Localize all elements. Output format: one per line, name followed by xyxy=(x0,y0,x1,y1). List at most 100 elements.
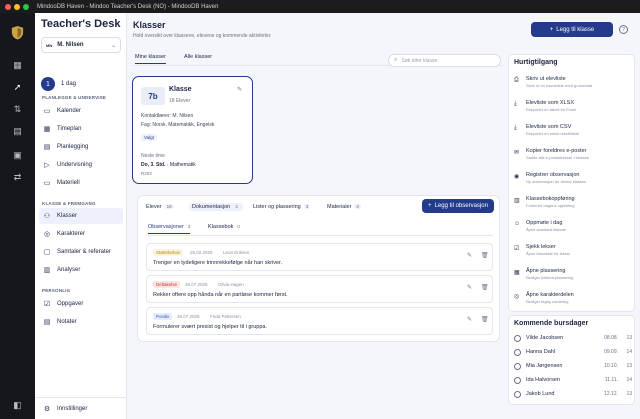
quick-action-open-seating[interactable]: ▦ Åpne plassering Rediger kollemt-plasse… xyxy=(514,267,632,287)
shield-logo-icon[interactable] xyxy=(10,25,25,40)
trash-icon[interactable]: 🗑 xyxy=(481,252,489,259)
birthday-item[interactable]: Hanna Dahl 09.09. 14 xyxy=(514,347,632,360)
observation-text: Trenger en tydeligere trinnrekkefølge nå… xyxy=(153,260,283,266)
sidebar-item-notater[interactable]: ▤ Notater xyxy=(39,314,123,330)
tab-mine-klasser[interactable]: Mine klasser xyxy=(135,54,166,64)
next-lesson: Do, 3. Std. · Mathematik xyxy=(141,162,196,168)
tab-observasjoner[interactable]: Observasjoner 3 xyxy=(148,224,191,234)
birthday-item[interactable]: Jakob Lund 12.12. 13 xyxy=(514,389,632,402)
calendar-icon: ▭ xyxy=(43,108,51,115)
close-window-button[interactable] xyxy=(5,3,11,10)
birthday-item[interactable]: Ida Halvorsen 11.11. 14 xyxy=(514,375,632,388)
subtab-count: 0 xyxy=(237,224,240,229)
search-input[interactable] xyxy=(401,57,492,64)
sidebar: Teacher's Desk MN M. Nilsen ⌄ 1 1 dag PL… xyxy=(35,13,127,419)
sidebar-item-analyser[interactable]: ▥ Analyser xyxy=(39,262,123,278)
birthday-name: Vilde Jacobsen xyxy=(526,335,564,341)
birthday-name: Jakob Lund xyxy=(526,391,555,397)
observation-tag: Støttebehov xyxy=(153,249,184,256)
quick-action-open-grades[interactable]: ◎ Åpne karakterdelen Rediger faglig vurd… xyxy=(514,291,632,311)
quick-access-panel: Hurtigtilgang ⎙ Skriv ut elevliste Skriv… xyxy=(508,54,635,312)
quick-action-subtitle: Ny observasjon for denne klassen xyxy=(526,179,587,184)
class-teacher: Kontaktlærer: M. Nilsen xyxy=(141,113,194,119)
sidebar-item-timeplan[interactable]: ▦ Timeplan xyxy=(39,121,123,137)
users-icon: ⚇ xyxy=(43,213,51,220)
quick-action-export-csv[interactable]: ⤓ Elevliste som CSV Eksporter en enkel t… xyxy=(514,123,632,143)
minimize-window-button[interactable] xyxy=(14,3,20,10)
user-selector[interactable]: MN M. Nilsen ⌄ xyxy=(41,37,121,53)
brand-suffix: Desk xyxy=(94,18,121,30)
sidebar-item-materiell[interactable]: ▭ Materiell xyxy=(39,175,123,191)
edit-icon[interactable]: ✎ xyxy=(467,252,472,259)
clipboard-icon[interactable]: ▤ xyxy=(11,125,24,138)
add-class-button[interactable]: + Legg til klasse xyxy=(531,22,613,37)
detail-tabs: Elever 18 Dokumentasjon 3 Lister og plasse… xyxy=(146,203,376,216)
quick-action-copy-emails[interactable]: ✉ Kopier foreldres e-poster Samle alle e… xyxy=(514,147,632,167)
birthday-item[interactable]: Vilde Jacobsen 08.08. 13 xyxy=(514,333,632,346)
quick-action-title: Åpne karakterdelen xyxy=(526,292,574,298)
quick-action-classbook[interactable]: ▥ Klassebokoppføring Forbered dagens opp… xyxy=(514,195,632,215)
edit-icon[interactable]: ✎ xyxy=(237,86,242,93)
cake-icon xyxy=(514,391,521,398)
download-icon: ⤓ xyxy=(514,101,517,107)
mail-icon: ✉ xyxy=(514,150,520,156)
tab-klassebok[interactable]: Klassebok 0 xyxy=(208,224,240,230)
observation-item[interactable]: Positiv 26.07.2026 Frida Pettersen Formu… xyxy=(146,307,493,335)
sidebar-item-oppgaver[interactable]: ☑ Oppgaver xyxy=(39,296,123,312)
birthday-name: Hanna Dahl xyxy=(526,349,556,355)
observation-item[interactable]: Deltakelse 26.07.2026 Olivia Hagen Rekke… xyxy=(146,275,493,303)
tab-materialer[interactable]: Materialer 0 xyxy=(327,204,361,210)
quick-action-subtitle: Forbered dagens oppføring xyxy=(526,203,575,208)
class-card[interactable]: 7b Klasse 18 Elever ✎ Kontaktlærer: M. N… xyxy=(132,76,253,184)
inbox-icon[interactable]: ▣ xyxy=(11,149,24,162)
add-observation-button[interactable]: + Legg til observasjon xyxy=(422,199,494,213)
sidebar-item-planlegging[interactable]: ▤ Planlegging xyxy=(39,139,123,155)
sidebar-item-label: Analyser xyxy=(57,267,81,273)
quick-action-attendance[interactable]: ☺ Oppmøte i dag Åpne standard-tilstede xyxy=(514,219,632,239)
tab-alle-klasser[interactable]: Alle klasser xyxy=(184,54,212,60)
quick-action-title: Sjekk lekser xyxy=(526,244,556,250)
help-icon[interactable]: ? xyxy=(619,25,628,34)
user-initials: MN xyxy=(46,42,53,48)
swap-icon[interactable]: ⇄ xyxy=(11,171,24,184)
day-counter[interactable]: 1 1 dag xyxy=(41,77,76,91)
quick-action-print-list[interactable]: ⎙ Skriv ut elevliste Skriv ut en navneli… xyxy=(514,75,632,95)
birthday-age: 13 xyxy=(626,335,632,341)
rocket-icon[interactable]: ➚ xyxy=(11,81,24,94)
tab-lister-plassering[interactable]: Lister og plassering 3 xyxy=(253,204,311,210)
maximize-window-button[interactable] xyxy=(23,3,29,10)
sidebar-item-kalender[interactable]: ▭ Kalender xyxy=(39,103,123,119)
table-icon: ▦ xyxy=(43,126,51,133)
quick-action-register-observation[interactable]: ◉ Registrer observasjon Ny observasjon f… xyxy=(514,171,632,191)
sidebar-item-samtaler[interactable]: ▢ Samtaler & referater xyxy=(39,244,123,260)
edit-icon[interactable]: ✎ xyxy=(467,284,472,291)
grid-icon[interactable]: ▦ xyxy=(11,59,24,72)
class-student-count: 18 Elever xyxy=(169,98,191,104)
trash-icon[interactable]: 🗑 xyxy=(481,316,489,323)
observation-item[interactable]: Støttebehov 26.02.2026 Leon Eriksen Tren… xyxy=(146,243,493,271)
birthday-item[interactable]: Mia Jørgensen 10.10. 13 xyxy=(514,361,632,374)
sidebar-toggle-icon[interactable]: ◧ xyxy=(11,399,24,412)
observation-author: Olivia Hagen xyxy=(218,282,244,287)
page-subtitle: Hold oversikt over klassene, elevene og … xyxy=(133,33,272,39)
sidebar-item-klasser[interactable]: ⚇ Klasser xyxy=(39,208,123,224)
quick-access-title: Hurtigtilgang xyxy=(514,59,558,66)
settings-button[interactable]: ⚙ Innstillinger xyxy=(35,397,127,419)
transfer-icon[interactable]: ⇅ xyxy=(11,103,24,116)
day-icon-text: 1 xyxy=(46,80,50,88)
window-title: MindooDB Haven - Mindoo Teacher's Desk (… xyxy=(37,3,219,10)
quick-action-check-homework[interactable]: ☑ Sjekk lekser Åpne lekseliste for lekse… xyxy=(514,243,632,263)
tab-dokumentasjon[interactable]: Dokumentasjon 3 xyxy=(189,203,243,211)
plus-icon: + xyxy=(428,203,432,209)
note-icon: ▤ xyxy=(43,319,51,326)
trash-icon[interactable]: 🗑 xyxy=(481,284,489,291)
quick-action-export-xlsx[interactable]: ⤓ Elevliste som XLSX Eksporter en tabell… xyxy=(514,99,632,119)
sidebar-item-karakterer[interactable]: ◎ Karakterer xyxy=(39,226,123,242)
gear-icon: ⚙ xyxy=(43,405,51,413)
edit-icon[interactable]: ✎ xyxy=(467,316,472,323)
check-icon: ☑ xyxy=(514,246,520,252)
eye-icon: ◉ xyxy=(514,174,520,180)
tab-elever[interactable]: Elever 18 xyxy=(146,204,174,210)
sidebar-item-undervisning[interactable]: ▷ Undervisning xyxy=(39,157,123,173)
search-box[interactable]: ⌕ xyxy=(388,54,501,67)
